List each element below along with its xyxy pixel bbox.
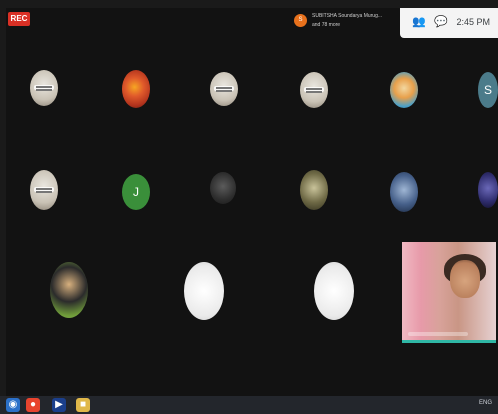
participant-tile[interactable] xyxy=(300,170,328,210)
avatar-letter: S xyxy=(483,83,492,97)
presenter-more: and 78 more xyxy=(312,22,341,28)
participant-tile[interactable] xyxy=(50,262,88,318)
thumb-graphic xyxy=(214,86,234,93)
participant-tile[interactable]: S xyxy=(478,72,498,108)
participant-tile[interactable] xyxy=(210,172,236,204)
recording-badge: REC xyxy=(8,12,30,26)
self-video[interactable] xyxy=(402,242,496,343)
presenter-avatar: S xyxy=(294,14,307,27)
presenter-indicator[interactable]: S SUBITSHA Soundarya Murug... and 78 mor… xyxy=(294,12,398,36)
people-icon[interactable]: 👥 xyxy=(412,16,426,28)
self-caption xyxy=(408,332,468,336)
self-face xyxy=(450,260,480,298)
presenter-text: SUBITSHA Soundarya Murug... and 78 more xyxy=(312,12,402,30)
start-icon[interactable]: ◉ xyxy=(6,398,20,412)
participant-tile[interactable] xyxy=(30,70,58,106)
thumb-graphic xyxy=(34,186,54,193)
chrome-icon[interactable]: ● xyxy=(26,398,40,412)
taskbar-tray: ENG xyxy=(478,400,492,406)
top-controls: 👥 💬 2:45 PM xyxy=(400,8,498,38)
participant-tile[interactable] xyxy=(390,72,418,108)
participant-tile[interactable] xyxy=(122,70,150,108)
participant-tile[interactable] xyxy=(300,72,328,108)
participant-tile[interactable] xyxy=(314,262,354,320)
meet-window: REC S SUBITSHA Soundarya Murug... and 78… xyxy=(0,0,498,414)
files-icon[interactable]: ■ xyxy=(76,398,90,412)
presenter-name: SUBITSHA Soundarya Murug... xyxy=(312,13,383,19)
participant-tile[interactable] xyxy=(390,172,418,212)
thumb-graphic xyxy=(304,87,324,94)
clock: 2:45 PM xyxy=(456,17,490,27)
avatar-letter: J xyxy=(133,185,139,199)
participant-tile[interactable] xyxy=(478,172,498,208)
participant-tile[interactable] xyxy=(210,72,238,106)
media-icon[interactable]: ▶ xyxy=(52,398,66,412)
participant-tile[interactable] xyxy=(30,170,58,210)
participant-tile[interactable]: J xyxy=(122,174,150,210)
thumb-graphic xyxy=(34,85,54,92)
taskbar: ◉ ● ▶ ■ ENG xyxy=(0,396,498,414)
chat-icon[interactable]: 💬 xyxy=(434,16,448,28)
participant-tile[interactable] xyxy=(184,262,224,320)
